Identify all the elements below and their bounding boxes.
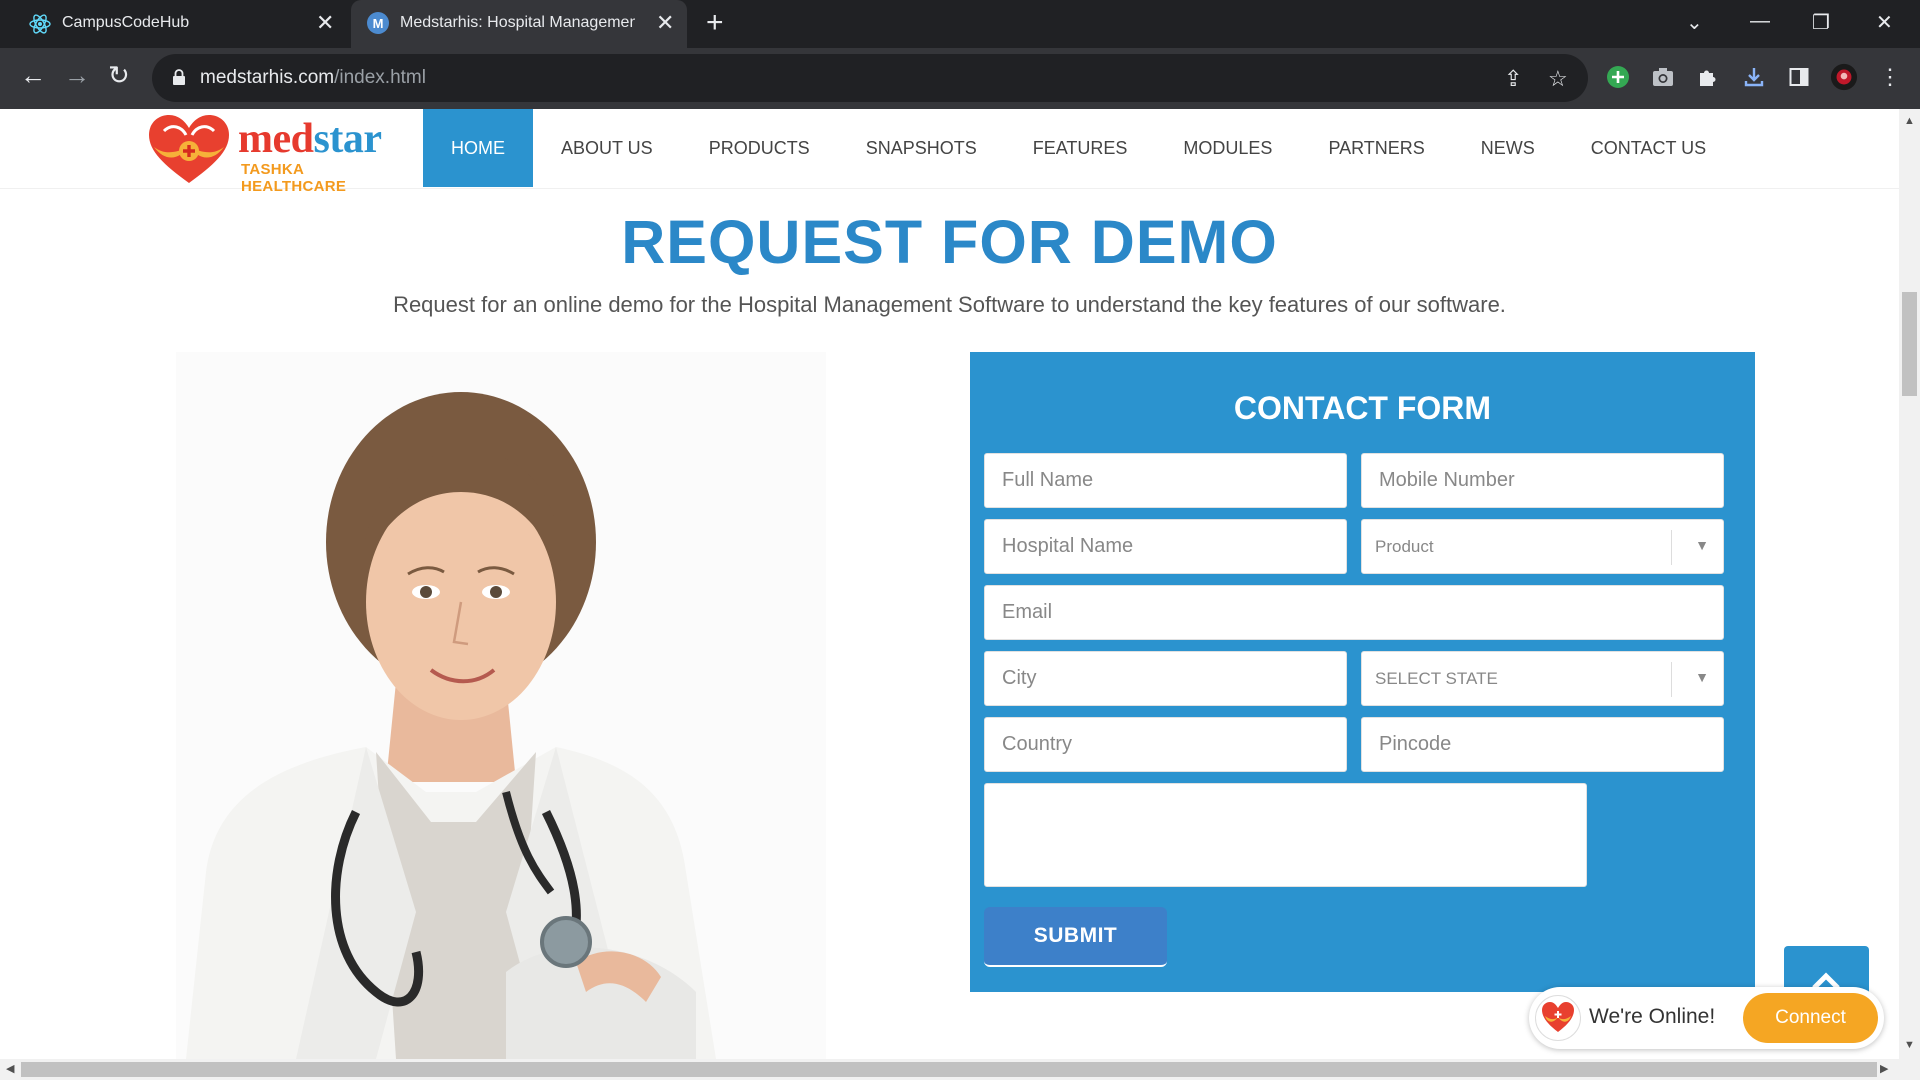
- hospital-name-field[interactable]: [984, 519, 1347, 574]
- doctor-photo: [176, 352, 826, 1059]
- extensions-puzzle-icon[interactable]: [1694, 63, 1722, 91]
- city-field[interactable]: [984, 651, 1347, 706]
- vertical-scrollbar[interactable]: ▲ ▼: [1899, 109, 1920, 1059]
- tab-title: Medstarhis: Hospital Management: [400, 14, 635, 31]
- heart-logo-icon: [1542, 1002, 1574, 1032]
- scroll-up-arrow-icon[interactable]: ▲: [1904, 115, 1915, 127]
- select-divider: [1671, 530, 1672, 565]
- nav-modules[interactable]: MODULES: [1155, 109, 1300, 187]
- share-icon[interactable]: ⇪: [1504, 66, 1522, 92]
- reload-icon[interactable]: ↻: [108, 62, 130, 88]
- message-textarea[interactable]: [984, 783, 1587, 887]
- tab-search-chevron-icon[interactable]: ⌄: [1686, 10, 1703, 35]
- restore-icon[interactable]: ❐: [1812, 10, 1830, 35]
- browser-toolbar: ← → ↻ medstarhis.com/index.html ⇪ ☆ ⋮: [0, 48, 1920, 109]
- site-header: medstar TASHKA HEALTHCARE HOME ABOUT US …: [0, 109, 1899, 195]
- email-field[interactable]: [984, 585, 1724, 640]
- close-icon[interactable]: ✕: [656, 12, 674, 34]
- contact-form-title: CONTACT FORM: [1233, 390, 1492, 426]
- submit-button[interactable]: SUBMIT: [984, 907, 1167, 967]
- window-close-icon[interactable]: ✕: [1876, 10, 1893, 35]
- nav-products[interactable]: PRODUCTS: [681, 109, 838, 187]
- mobile-number-field[interactable]: [1361, 453, 1724, 508]
- chat-avatar: [1535, 995, 1581, 1041]
- full-name-field[interactable]: [984, 453, 1347, 508]
- page-subtitle: Request for an online demo for the Hospi…: [393, 292, 1506, 317]
- chat-connect-button[interactable]: Connect: [1743, 993, 1878, 1043]
- full-name-input[interactable]: [985, 454, 1346, 507]
- address-bar[interactable]: medstarhis.com/index.html ⇪ ☆: [152, 54, 1588, 102]
- nav-features[interactable]: FEATURES: [1005, 109, 1156, 187]
- download-icon[interactable]: [1740, 63, 1768, 91]
- page-title: REQUEST FOR DEMO: [621, 208, 1278, 276]
- bookmark-star-icon[interactable]: ☆: [1548, 66, 1568, 92]
- country-field[interactable]: [984, 717, 1347, 772]
- nav-partners[interactable]: PARTNERS: [1300, 109, 1452, 187]
- hospital-name-input[interactable]: [985, 520, 1346, 573]
- dropdown-arrow-icon: ▼: [1695, 537, 1709, 553]
- pincode-field[interactable]: [1361, 717, 1724, 772]
- nav-snapshots[interactable]: SNAPSHOTS: [838, 109, 1005, 187]
- web-page: medstar TASHKA HEALTHCARE HOME ABOUT US …: [0, 109, 1899, 1059]
- country-input[interactable]: [985, 718, 1346, 771]
- tab-medstarhis[interactable]: M Medstarhis: Hospital Management ✕: [351, 0, 687, 48]
- scroll-right-arrow-icon[interactable]: ▶: [1880, 1062, 1888, 1075]
- medstar-logo[interactable]: medstar TASHKA HEALTHCARE: [146, 113, 406, 195]
- nav-home[interactable]: HOME: [423, 109, 533, 187]
- state-select-value: SELECT STATE: [1375, 669, 1498, 688]
- minimize-icon[interactable]: —: [1750, 10, 1770, 33]
- side-panel-icon[interactable]: [1785, 63, 1813, 91]
- react-icon: [29, 14, 51, 34]
- menu-kebab-icon[interactable]: ⋮: [1876, 63, 1904, 91]
- chat-status-text: We're Online!: [1589, 1005, 1716, 1028]
- scroll-left-arrow-icon[interactable]: ◀: [6, 1062, 14, 1075]
- camera-icon[interactable]: [1649, 63, 1677, 91]
- medstar-favicon-icon: M: [367, 12, 389, 34]
- tab-campuscodehub[interactable]: CampusCodeHub ✕: [0, 0, 345, 48]
- nav-about-us[interactable]: ABOUT US: [533, 109, 681, 187]
- chat-widget[interactable]: We're Online! Connect: [1529, 987, 1884, 1049]
- new-tab-plus-icon[interactable]: +: [706, 8, 724, 38]
- forward-arrow-icon[interactable]: →: [64, 62, 90, 88]
- product-select[interactable]: Product ▼: [1361, 519, 1724, 574]
- back-arrow-icon[interactable]: ←: [20, 62, 46, 88]
- dropdown-arrow-icon: ▼: [1695, 669, 1709, 685]
- heart-hands-logo-icon: [149, 115, 229, 183]
- city-input[interactable]: [985, 652, 1346, 705]
- add-extension-icon[interactable]: [1604, 63, 1632, 91]
- pincode-input[interactable]: [1362, 718, 1723, 771]
- horizontal-scroll-thumb[interactable]: [21, 1062, 1877, 1077]
- contact-form: CONTACT FORM Product ▼ SELECT STATE ▼: [970, 352, 1755, 992]
- state-select[interactable]: SELECT STATE ▼: [1361, 651, 1724, 706]
- url-text: medstarhis.com/index.html: [200, 67, 426, 88]
- brand-name: medstar: [238, 116, 382, 162]
- tab-title: CampusCodeHub: [62, 14, 190, 31]
- nav-contact-us[interactable]: CONTACT US: [1563, 109, 1734, 187]
- mobile-number-input[interactable]: [1362, 454, 1723, 507]
- lock-icon: [173, 69, 185, 85]
- horizontal-scrollbar[interactable]: ◀ ▶: [0, 1059, 1920, 1080]
- select-divider: [1671, 662, 1672, 697]
- email-input[interactable]: [985, 586, 1723, 639]
- nav-news[interactable]: NEWS: [1453, 109, 1563, 187]
- vertical-scroll-thumb[interactable]: [1902, 292, 1917, 396]
- close-icon[interactable]: ✕: [316, 12, 334, 34]
- product-select-value: Product: [1375, 537, 1434, 556]
- brand-tagline: TASHKA HEALTHCARE: [241, 161, 347, 195]
- browser-tab-strip: CampusCodeHub ✕ M Medstarhis: Hospital M…: [0, 0, 1920, 48]
- profile-avatar-icon[interactable]: [1830, 63, 1858, 91]
- scroll-down-arrow-icon[interactable]: ▼: [1904, 1039, 1915, 1051]
- main-nav: HOME ABOUT US PRODUCTS SNAPSHOTS FEATURE…: [423, 109, 1734, 187]
